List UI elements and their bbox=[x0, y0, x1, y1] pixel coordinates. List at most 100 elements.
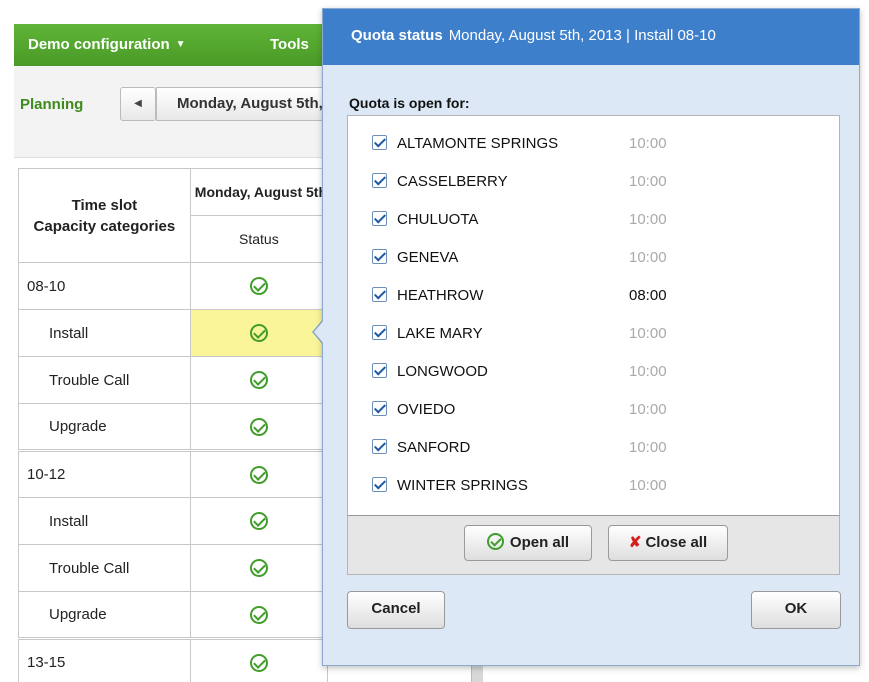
close-all-label: Close all bbox=[645, 534, 708, 551]
checkbox[interactable] bbox=[372, 287, 387, 302]
check-circle-icon bbox=[486, 533, 504, 550]
list-item[interactable]: LONGWOOD 10:00 bbox=[372, 360, 667, 384]
check-circle-icon bbox=[249, 559, 268, 578]
city-name: SANFORD bbox=[397, 439, 471, 456]
quota-open-label: Quota is open for: bbox=[349, 95, 470, 111]
prev-day-button[interactable]: ◀ bbox=[120, 87, 156, 121]
list-item[interactable]: WINTER SPRINGS 10:00 bbox=[372, 474, 667, 498]
quota-time: 10:00 bbox=[629, 363, 667, 380]
table-row[interactable]: 10-12 bbox=[18, 449, 329, 498]
status-cell[interactable] bbox=[189, 356, 329, 404]
table-row[interactable]: 08-10 bbox=[18, 262, 329, 310]
checkbox[interactable] bbox=[372, 439, 387, 454]
check-circle-icon bbox=[249, 653, 268, 672]
status-cell[interactable] bbox=[189, 262, 329, 310]
city-name: ALTAMONTE SPRINGS bbox=[397, 135, 559, 152]
city-list: ALTAMONTE SPRINGS 10:00 CASSELBERRY 10:00 … bbox=[347, 115, 840, 525]
row-label: Upgrade bbox=[18, 591, 191, 639]
checkbox[interactable] bbox=[372, 401, 387, 416]
menu-demo-configuration[interactable]: Demo configuration ▼ bbox=[28, 36, 186, 53]
checkbox[interactable] bbox=[372, 249, 387, 264]
time-slot-header-line2: Capacity categories bbox=[33, 217, 176, 235]
status-cell[interactable] bbox=[189, 449, 329, 498]
table-row[interactable]: Trouble Call bbox=[18, 356, 329, 404]
list-item[interactable]: CASSELBERRY 10:00 bbox=[372, 170, 667, 194]
list-item[interactable]: CHULUOTA 10:00 bbox=[372, 208, 667, 232]
checkbox[interactable] bbox=[372, 135, 387, 150]
row-label: Install bbox=[18, 309, 191, 357]
list-item[interactable]: GENEVA 10:00 bbox=[372, 246, 667, 270]
dialog-title: Quota status bbox=[351, 27, 443, 44]
table-row[interactable]: Install bbox=[18, 497, 329, 545]
quota-time: 10:00 bbox=[629, 439, 667, 456]
check-circle-icon bbox=[249, 417, 268, 436]
cancel-button[interactable]: Cancel bbox=[347, 591, 445, 629]
quota-time: 10:00 bbox=[629, 401, 667, 418]
list-item[interactable]: OVIEDO 10:00 bbox=[372, 398, 667, 422]
city-name: WINTER SPRINGS bbox=[397, 477, 528, 494]
status-cell[interactable] bbox=[189, 637, 329, 682]
popup-pointer-fill bbox=[314, 320, 324, 344]
city-name: OVIEDO bbox=[397, 401, 456, 418]
table-row[interactable]: Upgrade bbox=[18, 591, 329, 639]
checkbox[interactable] bbox=[372, 325, 387, 340]
row-label: 13-15 bbox=[18, 637, 191, 682]
date-picker-button[interactable]: Monday, August 5th, 2013 bbox=[156, 87, 336, 121]
chevron-left-icon: ◀ bbox=[134, 98, 142, 109]
checkbox[interactable] bbox=[372, 363, 387, 378]
quota-time: 10:00 bbox=[629, 477, 667, 494]
table-row[interactable]: Upgrade bbox=[18, 403, 329, 451]
planning-label[interactable]: Planning bbox=[20, 96, 83, 113]
chevron-down-icon: ▼ bbox=[175, 39, 186, 50]
quota-time: 10:00 bbox=[629, 211, 667, 228]
list-item[interactable]: HEATHROW 08:00 bbox=[372, 284, 667, 308]
list-item[interactable]: ALTAMONTE SPRINGS 10:00 bbox=[372, 132, 667, 156]
check-circle-icon bbox=[249, 605, 268, 624]
menu-tools[interactable]: Tools bbox=[270, 36, 309, 53]
close-all-button[interactable]: ✘ Close all bbox=[608, 525, 728, 561]
quota-time: 10:00 bbox=[629, 325, 667, 342]
day-column-header: Monday, August 5th bbox=[189, 168, 329, 216]
quota-time: 08:00 bbox=[629, 287, 667, 304]
row-label: Trouble Call bbox=[18, 544, 191, 592]
table-row[interactable]: Trouble Call bbox=[18, 544, 329, 592]
status-cell[interactable] bbox=[189, 544, 329, 592]
capacity-table: Time slot Capacity categories Monday, Au… bbox=[18, 168, 329, 682]
status-cell[interactable] bbox=[189, 497, 329, 545]
checkbox[interactable] bbox=[372, 211, 387, 226]
dialog-header: Quota status Monday, August 5th, 2013 | I… bbox=[323, 9, 859, 65]
row-label: 10-12 bbox=[18, 449, 191, 498]
row-label: Install bbox=[18, 497, 191, 545]
row-label: 08-10 bbox=[18, 262, 191, 310]
close-icon: ✘ bbox=[628, 534, 642, 551]
status-column-header: Status bbox=[189, 215, 329, 263]
city-name: GENEVA bbox=[397, 249, 459, 266]
table-row[interactable]: 13-15 bbox=[18, 637, 329, 682]
check-circle-icon bbox=[249, 512, 268, 531]
ok-button[interactable]: OK bbox=[751, 591, 841, 629]
quota-time: 10:00 bbox=[629, 135, 667, 152]
list-item[interactable]: LAKE MARY 10:00 bbox=[372, 322, 667, 346]
city-name: LONGWOOD bbox=[397, 363, 488, 380]
row-label: Upgrade bbox=[18, 403, 191, 451]
time-slot-header-line1: Time slot bbox=[71, 196, 138, 214]
dialog-subtitle: Monday, August 5th, 2013 | Install 08-10 bbox=[448, 27, 716, 44]
menu-demo-configuration-label: Demo configuration bbox=[28, 36, 170, 53]
open-all-button[interactable]: Open all bbox=[464, 525, 592, 561]
row-label: Trouble Call bbox=[18, 356, 191, 404]
status-cell-selected[interactable] bbox=[189, 309, 329, 357]
table-row[interactable]: Install bbox=[18, 309, 329, 357]
quota-status-dialog: Quota status Monday, August 5th, 2013 | I… bbox=[322, 8, 860, 666]
checkbox[interactable] bbox=[372, 173, 387, 188]
quota-time: 10:00 bbox=[629, 173, 667, 190]
city-name: CHULUOTA bbox=[397, 211, 479, 228]
list-item[interactable]: SANFORD 10:00 bbox=[372, 436, 667, 460]
status-cell[interactable] bbox=[189, 403, 329, 451]
checkbox[interactable] bbox=[372, 477, 387, 492]
status-cell[interactable] bbox=[189, 591, 329, 639]
check-circle-icon bbox=[249, 324, 268, 343]
check-circle-icon bbox=[249, 371, 268, 390]
check-circle-icon bbox=[249, 277, 268, 296]
city-name: HEATHROW bbox=[397, 287, 484, 304]
open-all-label: Open all bbox=[509, 534, 570, 551]
